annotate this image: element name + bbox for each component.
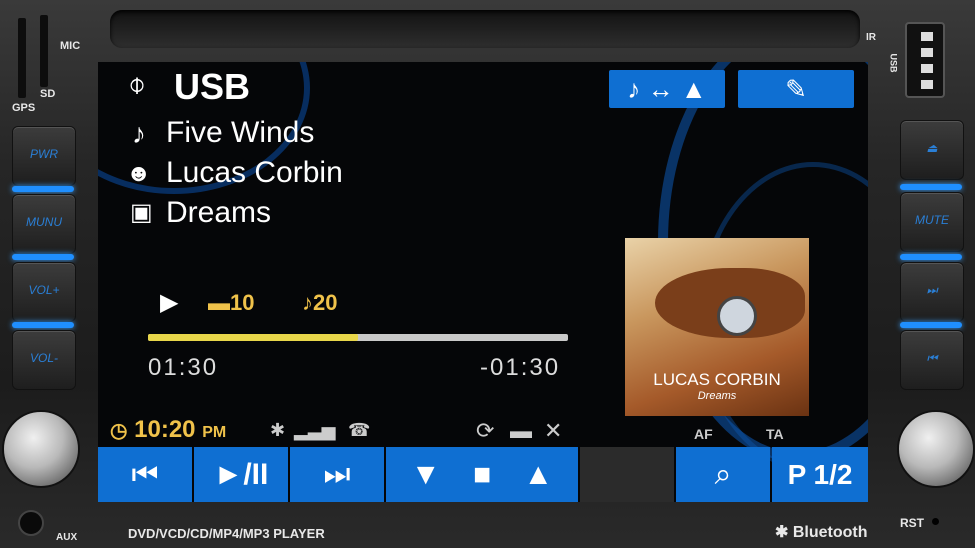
next-track-icon: ⏭	[323, 458, 351, 491]
clock-ampm: PM	[202, 424, 227, 441]
folder-icon: ▬	[208, 290, 230, 315]
elapsed-time: 01:30	[148, 354, 219, 381]
aux-label: AUX	[56, 532, 78, 543]
eject-button[interactable]: ⏏	[900, 120, 964, 180]
menu-button[interactable]: MUNU	[12, 194, 76, 254]
mute-button-label: MUTE	[915, 213, 949, 227]
gps-slot[interactable]	[18, 18, 26, 98]
album-icon: ▣	[130, 199, 153, 226]
previous-track-button[interactable]: ⏮	[98, 447, 192, 502]
prev-icon: ⏮	[926, 351, 938, 365]
page-button[interactable]: P 1/2	[772, 447, 868, 502]
clock-time: 10:20	[134, 416, 196, 443]
folder-nav-group: ▼ ■ ▲	[386, 447, 578, 502]
search-button[interactable]: ⌕	[676, 447, 770, 502]
button-glow	[900, 322, 962, 328]
rst-label: RST	[900, 516, 924, 530]
wrench-icon: ✎	[785, 74, 807, 104]
usb-port-label: USB	[888, 53, 899, 73]
af-label: AF	[694, 426, 713, 442]
music-note-icon: ♪	[627, 74, 641, 104]
mic-label: MIC	[60, 40, 81, 52]
mute-button[interactable]: MUTE	[900, 192, 964, 252]
headphones-icon	[717, 296, 757, 336]
aux-jack[interactable]	[18, 510, 44, 536]
play-pause-button[interactable]: ►/II	[194, 447, 288, 502]
usb-icon: ⌽	[128, 68, 146, 101]
folder-mode-icon[interactable]: ▬	[510, 418, 532, 444]
right-tune-knob[interactable]	[897, 410, 975, 488]
bluetooth-brand: ✱ Bluetooth	[775, 522, 868, 542]
album-name: Dreams	[166, 196, 272, 229]
volume-up-label: VOL+	[28, 283, 60, 297]
progress-fill	[148, 334, 358, 341]
bluetooth-label: Bluetooth	[792, 524, 868, 541]
track-title: Five Winds	[166, 116, 315, 149]
menu-button-label: MUNU	[26, 215, 62, 229]
button-glow	[12, 254, 74, 260]
bluetooth-icon: ✱	[775, 524, 789, 541]
volume-down-label: VOL-	[29, 351, 58, 365]
ta-label: TA	[766, 426, 784, 442]
track-number: 20	[313, 290, 338, 315]
swap-arrow-icon: ↔	[647, 74, 674, 104]
folder-number: 10	[230, 290, 255, 315]
folder-up-icon[interactable]: ▲	[523, 458, 553, 491]
phone-icon: ☎	[348, 420, 371, 440]
volume-up-button[interactable]: VOL+	[12, 262, 76, 322]
reset-hole[interactable]	[932, 518, 939, 525]
button-glow	[12, 186, 74, 192]
sd-slot[interactable]	[40, 15, 48, 87]
search-icon: ⌕	[714, 458, 732, 491]
clock: ◷ 10:20 PM	[110, 416, 226, 444]
clock-icon: ◷	[110, 420, 128, 442]
volume-down-button[interactable]: VOL-	[12, 330, 76, 390]
previous-track-icon: ⏮	[131, 458, 159, 491]
next-track-button[interactable]: ⏭	[290, 447, 384, 502]
power-button[interactable]: PWR	[12, 126, 76, 186]
source-label: USB	[174, 66, 251, 107]
ir-label: IR	[866, 32, 876, 43]
button-glow	[900, 254, 962, 260]
eject-icon: ⏏	[926, 141, 938, 155]
artist-icon: ☻	[126, 160, 152, 187]
head-unit: MIC SD GPS IR PWR MUNU VOL+ VOL- ⏏ MUTE …	[0, 0, 975, 548]
folder-down-icon[interactable]: ▼	[411, 458, 441, 491]
next-button[interactable]: ⏭	[900, 262, 964, 322]
music-note-icon: ♪	[132, 118, 146, 149]
left-volume-knob[interactable]	[2, 410, 80, 488]
nav-music-switch-button[interactable]: ♪ ↔ ▲	[609, 70, 725, 108]
bluetooth-status-icon: ✱	[270, 420, 286, 440]
remaining-time: -01:30	[480, 354, 561, 381]
artist-name: Lucas Corbin	[166, 156, 343, 189]
next-icon: ⏭	[926, 283, 938, 297]
shuffle-icon[interactable]: ✕	[544, 418, 562, 444]
play-pause-label: ►/II	[213, 458, 269, 491]
prev-button[interactable]: ⏮	[900, 330, 964, 390]
sd-label: SD	[40, 88, 56, 100]
album-art-artist: LUCAS CORBIN	[653, 370, 781, 389]
button-glow	[12, 322, 74, 328]
album-art-title: Dreams	[697, 390, 737, 402]
settings-button[interactable]: ✎	[738, 70, 854, 108]
folder-counter: ▬10	[208, 290, 254, 316]
power-button-label: PWR	[30, 147, 58, 161]
folder-icon[interactable]: ■	[473, 458, 491, 491]
model-label: DVD/VCD/CD/MP4/MP3 PLAYER	[128, 526, 325, 541]
album-art: LUCAS CORBIN Dreams	[625, 238, 809, 416]
track-counter: ♪20	[302, 290, 337, 316]
usb-port[interactable]	[905, 22, 945, 98]
repeat-icon[interactable]: ⟳	[476, 418, 494, 444]
music-note-icon: ♪	[302, 290, 313, 315]
disc-slot	[110, 10, 860, 48]
play-status-icon: ▶	[160, 289, 179, 316]
progress-bar[interactable]	[148, 334, 568, 341]
page-label: P 1/2	[787, 459, 853, 490]
button-glow	[900, 184, 962, 190]
display-screen: ⌽ USB ♪ Five Winds ☻ Lucas Corbin ▣ Drea…	[98, 62, 868, 502]
blank-button	[580, 447, 674, 502]
gps-label: GPS	[12, 102, 36, 114]
signal-strength-icon: ▂▃▅	[294, 420, 336, 440]
navigation-icon: ▲	[680, 74, 707, 104]
